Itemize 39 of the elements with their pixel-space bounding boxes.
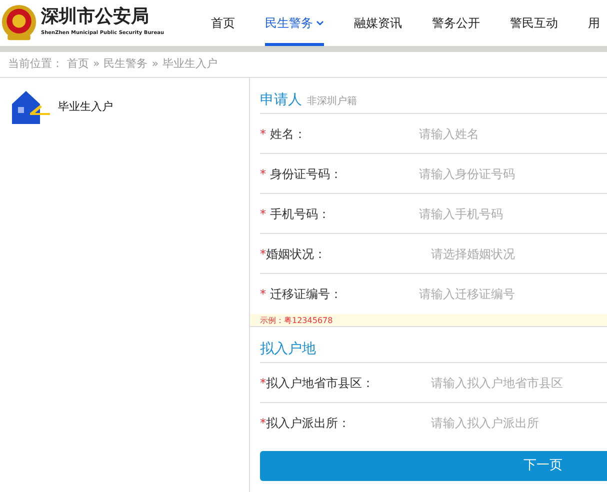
required-mark: * — [260, 246, 266, 260]
breadcrumb-separator: » — [152, 56, 158, 72]
required-mark: * — [260, 376, 266, 390]
nav-tab[interactable]: 首页 — [211, 0, 235, 46]
required-mark: * — [260, 206, 266, 220]
input-field[interactable]: 请输入拟入户派出所 — [431, 414, 607, 432]
section-title: 申请人 — [260, 91, 302, 110]
sidebar-link[interactable]: 毕业生入户 — [58, 98, 113, 116]
field-label: * 身份证号码： — [260, 166, 343, 182]
example-hint: 示例：粤12345678 — [250, 314, 607, 327]
field-label: *拟入户派出所： — [260, 415, 351, 432]
next-button[interactable]: 下一页 — [260, 451, 607, 481]
input-field[interactable]: 请输入身份证号码 — [419, 164, 607, 182]
input-field[interactable]: 请输入拟入户地省市县区 — [431, 374, 607, 392]
nav-tab[interactable]: 用 — [588, 0, 600, 46]
nav-tab[interactable]: 民生警务 — [265, 0, 324, 46]
field-label: * 姓名： — [260, 126, 307, 142]
badge-emblem-icon — [0, 4, 38, 42]
field-label: * 迁移证编号： — [260, 286, 343, 303]
required-mark: * — [260, 287, 266, 301]
input-field[interactable]: 请选择婚姻状况 — [431, 244, 607, 262]
nav-tab[interactable]: 警务公开 — [432, 0, 480, 46]
section-subtitle: 非深圳户籍 — [307, 94, 357, 109]
field-label: *拟入户地省市县区： — [260, 374, 375, 392]
site-title: 深圳市公安局 — [41, 8, 150, 26]
field-label: * 手机号码： — [260, 206, 331, 222]
input-field[interactable]: 请输入姓名 — [419, 124, 607, 142]
section-title: 拟入户地 — [260, 340, 316, 359]
breadcrumb-separator: » — [93, 56, 100, 72]
nav-tab[interactable]: 警民互动 — [510, 0, 558, 46]
required-mark: * — [260, 166, 266, 180]
breadcrumb-label: 当前位置： — [8, 56, 63, 72]
nav-tab[interactable]: 融媒资讯 — [354, 0, 402, 46]
input-field[interactable]: 请输入迁移证编号 — [419, 285, 607, 303]
required-mark: * — [260, 416, 266, 430]
required-mark: * — [260, 126, 266, 140]
input-field[interactable]: 请输入手机号码 — [419, 204, 607, 222]
house-icon — [12, 90, 50, 124]
field-label: *婚姻状况： — [260, 246, 327, 262]
